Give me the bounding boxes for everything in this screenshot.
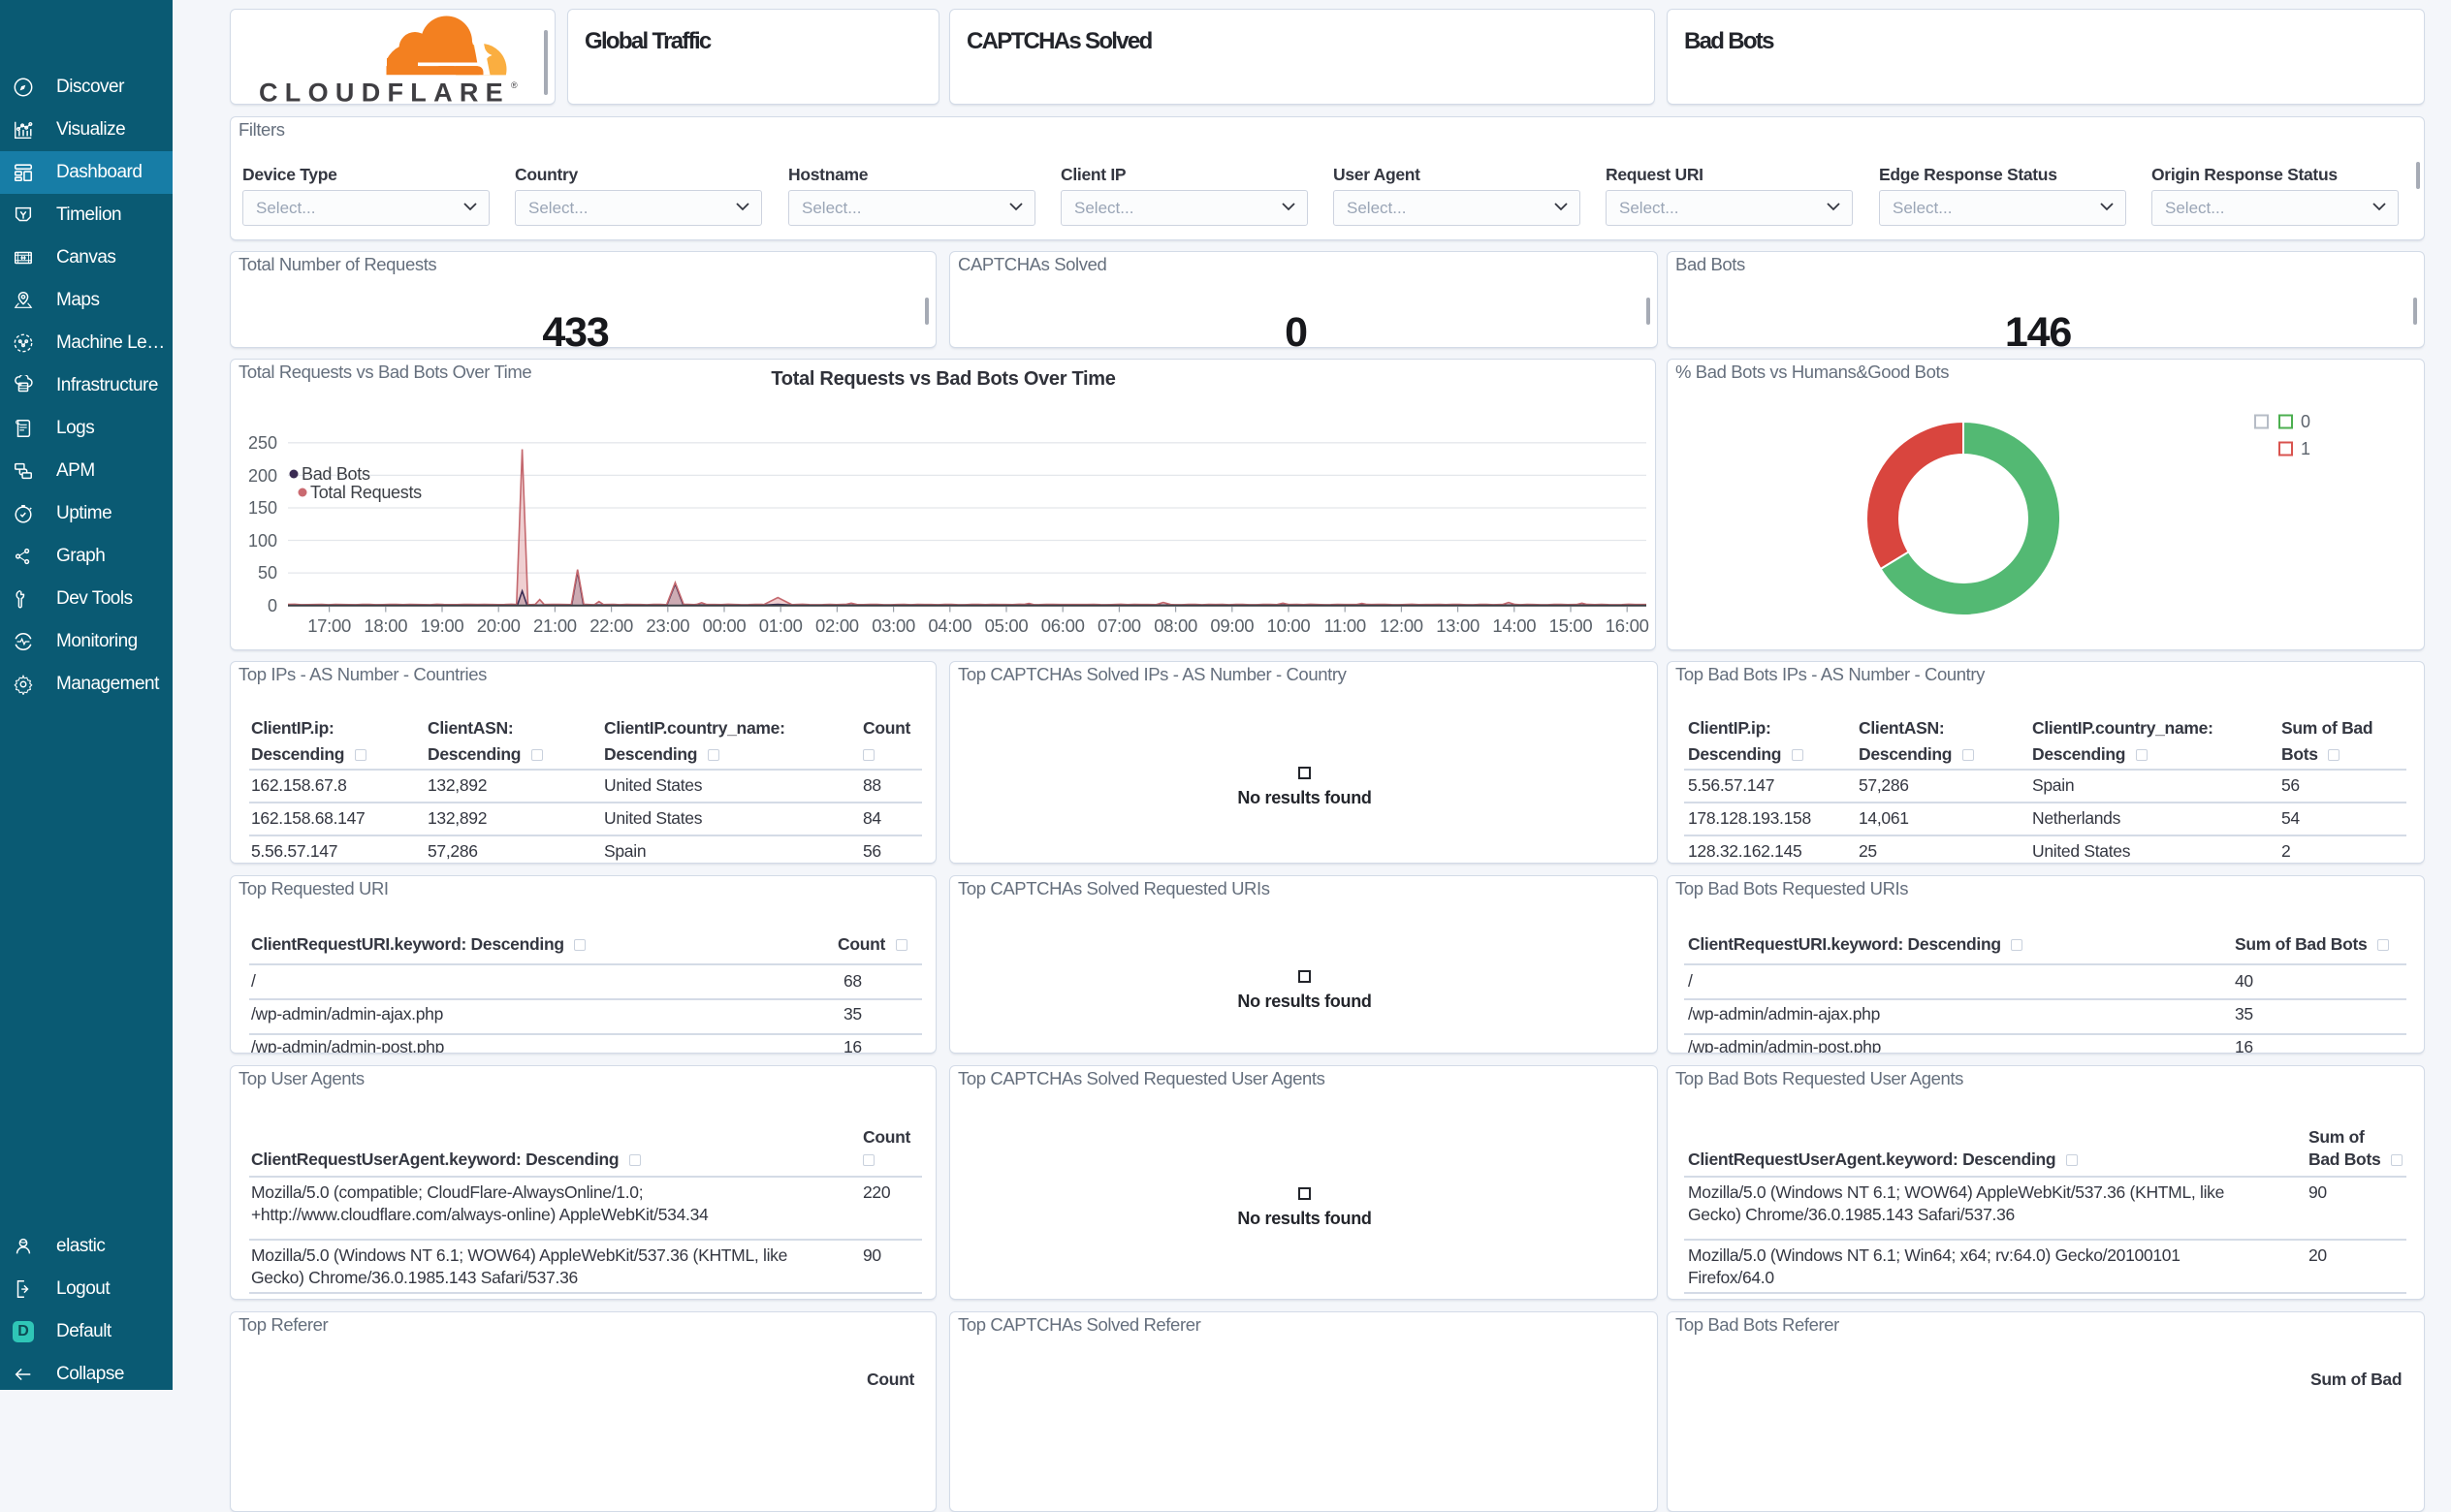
svg-text:03:00: 03:00	[872, 615, 915, 636]
svg-text:150: 150	[248, 498, 277, 518]
svg-text:20:00: 20:00	[477, 615, 521, 636]
svg-text:22:00: 22:00	[589, 615, 633, 636]
svg-text:02:00: 02:00	[815, 615, 859, 636]
svg-text:0: 0	[2301, 412, 2310, 431]
svg-text:10:00: 10:00	[1267, 615, 1311, 636]
svg-text:23:00: 23:00	[646, 615, 689, 636]
svg-text:250: 250	[248, 433, 277, 453]
svg-text:17:00: 17:00	[307, 615, 351, 636]
svg-text:Total Requests vs Bad Bots Ove: Total Requests vs Bad Bots Over Time	[771, 368, 1115, 390]
svg-text:09:00: 09:00	[1210, 615, 1254, 636]
svg-text:12:00: 12:00	[1380, 615, 1423, 636]
svg-text:00:00: 00:00	[703, 615, 747, 636]
svg-text:®: ®	[511, 80, 518, 90]
svg-text:14:00: 14:00	[1492, 615, 1536, 636]
svg-text:15:00: 15:00	[1549, 615, 1593, 636]
svg-text:18:00: 18:00	[364, 615, 407, 636]
svg-text:04:00: 04:00	[928, 615, 971, 636]
svg-text:21:00: 21:00	[533, 615, 577, 636]
svg-text:08:00: 08:00	[1154, 615, 1197, 636]
svg-text:Bad Bots: Bad Bots	[302, 464, 370, 484]
svg-text:07:00: 07:00	[1098, 615, 1141, 636]
svg-text:1: 1	[2301, 439, 2310, 458]
svg-text:01:00: 01:00	[759, 615, 803, 636]
svg-text:50: 50	[258, 563, 277, 583]
svg-text:CLOUDFLARE: CLOUDFLARE	[259, 79, 510, 105]
svg-text:200: 200	[248, 466, 277, 486]
svg-text:05:00: 05:00	[985, 615, 1029, 636]
svg-text:19:00: 19:00	[421, 615, 464, 636]
svg-text:Total Requests: Total Requests	[310, 483, 422, 502]
svg-text:16:00: 16:00	[1606, 615, 1649, 636]
svg-text:100: 100	[248, 531, 277, 551]
svg-text:06:00: 06:00	[1041, 615, 1085, 636]
svg-text:0: 0	[268, 596, 277, 615]
svg-text:11:00: 11:00	[1323, 615, 1365, 636]
svg-text:13:00: 13:00	[1436, 615, 1480, 636]
